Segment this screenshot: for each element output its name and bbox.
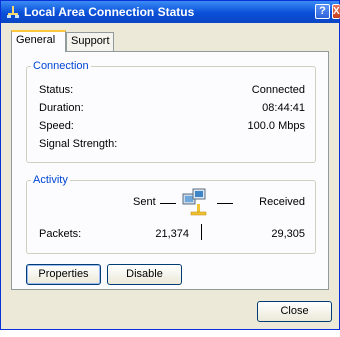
status-dialog: Local Area Connection Status ? X General…: [0, 0, 340, 330]
close-icon: X: [333, 6, 340, 17]
network-connection-icon: [7, 6, 19, 18]
connection-legend: Connection: [33, 60, 89, 72]
disable-button[interactable]: Disable: [107, 264, 182, 285]
packets-received-value: 29,305: [271, 228, 305, 240]
sent-line: [160, 203, 176, 204]
packets-divider: [201, 224, 202, 240]
tab-general[interactable]: General: [11, 30, 66, 52]
title-bar[interactable]: Local Area Connection Status ? X: [1, 1, 340, 23]
tab-support[interactable]: Support: [66, 32, 114, 51]
window-title: Local Area Connection Status: [24, 5, 195, 19]
help-button[interactable]: ?: [315, 4, 330, 19]
close-button[interactable]: Close: [257, 301, 332, 322]
properties-button[interactable]: Properties: [26, 264, 101, 285]
speed-label: Speed:: [39, 120, 74, 132]
duration-label: Duration:: [39, 102, 84, 114]
network-computers-icon: [182, 188, 207, 216]
speed-value: 100.0 Mbps: [247, 120, 305, 132]
sent-label: Sent: [133, 196, 156, 208]
activity-legend: Activity: [33, 174, 68, 186]
title-close-button[interactable]: X: [332, 4, 340, 19]
duration-value: 08:44:41: [262, 102, 305, 114]
status-label: Status:: [39, 84, 74, 96]
packets-sent-value: 21,374: [155, 228, 189, 240]
signal-strength-label: Signal Strength:: [39, 138, 118, 150]
connection-group: Connection Status: Connected Duration: 0…: [26, 60, 316, 163]
general-panel: Connection Status: Connected Duration: 0…: [11, 51, 329, 290]
packets-label: Packets:: [39, 228, 82, 240]
received-label: Received: [259, 196, 305, 208]
activity-group: Activity Sent Received Packets: 21,374 2…: [26, 174, 316, 254]
received-line: [217, 203, 233, 204]
status-value: Connected: [251, 84, 305, 96]
